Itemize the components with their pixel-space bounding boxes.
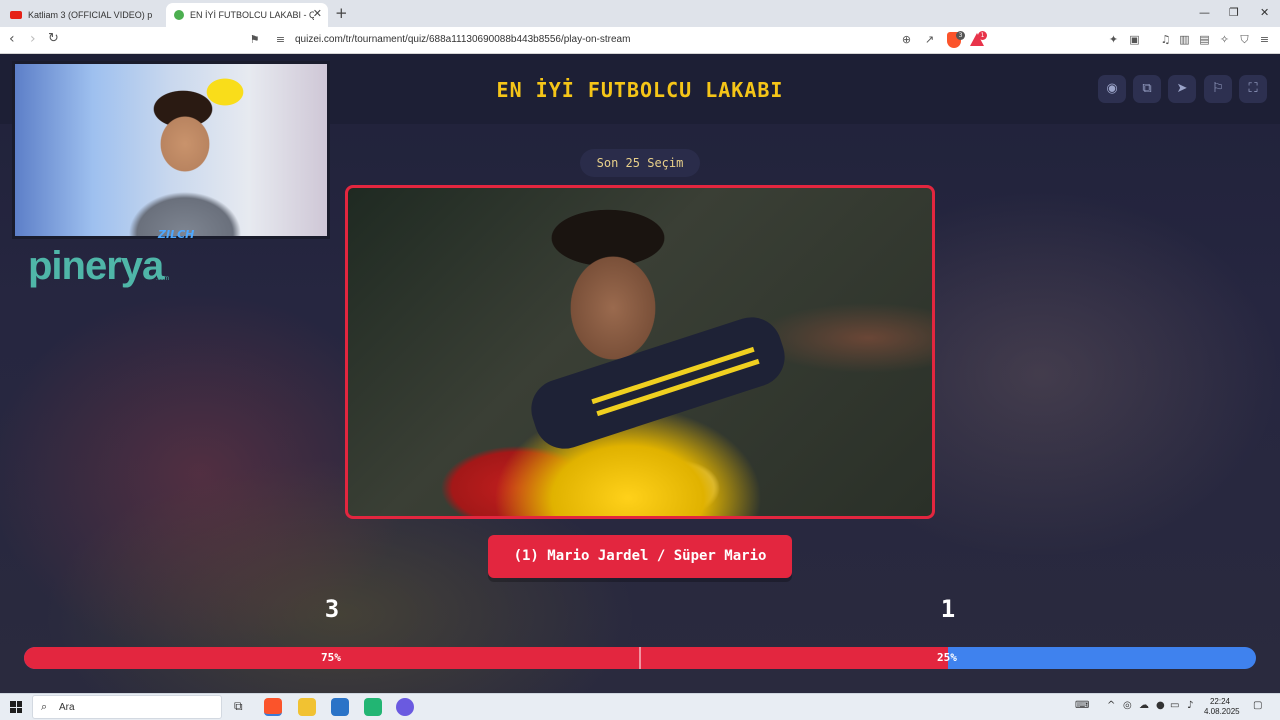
media-icon[interactable]: ♫ <box>1159 33 1172 46</box>
send-icon[interactable]: ➤ <box>1168 75 1196 103</box>
flag-icon[interactable]: ⚐ <box>1204 75 1232 103</box>
task-view-icon[interactable]: ⧉ <box>234 699 243 714</box>
right-percent-label: 25% <box>937 651 957 664</box>
site-settings-icon[interactable]: ≡ <box>274 33 287 46</box>
fullscreen-icon[interactable]: ⛶ <box>1239 75 1267 103</box>
forward-icon[interactable]: › <box>30 31 36 47</box>
zoom-icon[interactable]: ⊕ <box>900 33 913 46</box>
network-icon[interactable]: ▭ <box>1170 700 1179 711</box>
address-bar: ‹ › ↻ ⚑ ≡ quizei.com/tr/tournament/quiz/… <box>0 27 1280 54</box>
app-icon[interactable] <box>364 698 382 716</box>
taskbar-search[interactable]: ⌕ Ara <box>32 695 222 719</box>
shield-badge: 3 <box>956 31 965 40</box>
windows-taskbar: ⌕ Ara ⧉ ⌨ ^ ◎ ☁ ● ▭ ♪ 22:24 4.08.2025 ▢ <box>0 693 1280 720</box>
bookmark-icon[interactable]: ⚑ <box>248 33 261 46</box>
discord-icon[interactable] <box>396 698 414 716</box>
notifications-icon[interactable]: ▢ <box>1253 700 1262 711</box>
brave-taskbar-icon[interactable] <box>264 698 282 716</box>
player-photo <box>345 185 935 519</box>
youtube-icon <box>10 11 22 19</box>
webcam-overlay <box>12 61 330 239</box>
close-tab-icon[interactable]: ✕ <box>313 7 322 20</box>
left-vote-fill <box>24 647 948 669</box>
sidebar-icon[interactable]: ▥ <box>1178 33 1191 46</box>
pinerya-logo-sub: .com <box>156 276 170 282</box>
leo-ai-icon[interactable]: ✧ <box>1218 33 1231 46</box>
right-vote-count: 1 <box>940 595 956 623</box>
volume-icon[interactable]: ♪ <box>1187 700 1193 711</box>
tray-icon[interactable]: ◎ <box>1123 700 1132 711</box>
browser-tab-bar: Katliam 3 (OFFICIAL VIDEO) prod. by EN İ… <box>0 0 1280 27</box>
menu-icon[interactable]: ≡ <box>1258 33 1271 46</box>
search-icon: ⌕ <box>41 700 48 713</box>
clock-time: 22:24 <box>1209 697 1231 706</box>
url-field[interactable]: quizei.com/tr/tournament/quiz/688a111306… <box>295 34 630 45</box>
share-icon[interactable]: ⧉ <box>1133 75 1161 103</box>
share-page-icon[interactable]: ↗ <box>923 33 936 46</box>
new-tab-button[interactable]: + <box>335 4 348 22</box>
chevron-up-icon[interactable]: ^ <box>1107 700 1115 711</box>
wallet-icon[interactable]: ▤ <box>1198 33 1211 46</box>
cloud-icon[interactable]: ☁ <box>1139 700 1149 711</box>
clock-date: 4.08.2025 <box>1204 707 1240 716</box>
back-icon[interactable]: ‹ <box>9 31 15 47</box>
microphone-icon[interactable]: ● <box>1156 700 1165 711</box>
quizei-icon <box>174 10 184 20</box>
screenshot-icon[interactable]: ▣ <box>1128 33 1141 46</box>
windows-start-icon[interactable] <box>10 701 22 713</box>
left-vote-count: 3 <box>324 595 340 623</box>
reload-icon[interactable]: ↻ <box>48 31 59 46</box>
tab-title: EN İYİ FUTBOLCU LAKABI - Quiz <box>190 10 314 20</box>
webcam-label: ZILCH <box>158 228 195 241</box>
file-explorer-icon[interactable] <box>298 698 316 716</box>
app-icon[interactable] <box>331 698 349 716</box>
taskbar-clock[interactable]: 22:24 4.08.2025 <box>1204 697 1240 717</box>
rewards-badge: 1 <box>978 31 987 40</box>
vote-progress-bar: 75% 25% <box>24 647 1256 669</box>
search-placeholder: Ara <box>59 702 75 713</box>
keyboard-icon[interactable]: ⌨ <box>1075 700 1089 711</box>
minimize-icon[interactable]: — <box>1199 6 1210 19</box>
tab-youtube[interactable]: Katliam 3 (OFFICIAL VIDEO) prod. by <box>6 3 162 27</box>
tab-quizei[interactable]: EN İYİ FUTBOLCU LAKABI - Quiz ✕ <box>166 3 328 27</box>
round-label: Son 25 Seçim <box>580 149 700 177</box>
vpn-icon[interactable]: ⛉ <box>1238 33 1251 46</box>
restore-icon[interactable]: ❐ <box>1229 6 1239 19</box>
close-window-icon[interactable]: ✕ <box>1260 6 1269 19</box>
answer-button[interactable]: (1) Mario Jardel / Süper Mario <box>488 535 792 578</box>
eye-icon[interactable]: ◉ <box>1098 75 1126 103</box>
extensions-icon[interactable]: ✦ <box>1107 33 1120 46</box>
pinerya-logo: pinerya <box>28 244 164 288</box>
bar-midline <box>639 647 641 669</box>
tab-title: Katliam 3 (OFFICIAL VIDEO) prod. by <box>28 10 152 20</box>
left-percent-label: 75% <box>321 651 341 664</box>
